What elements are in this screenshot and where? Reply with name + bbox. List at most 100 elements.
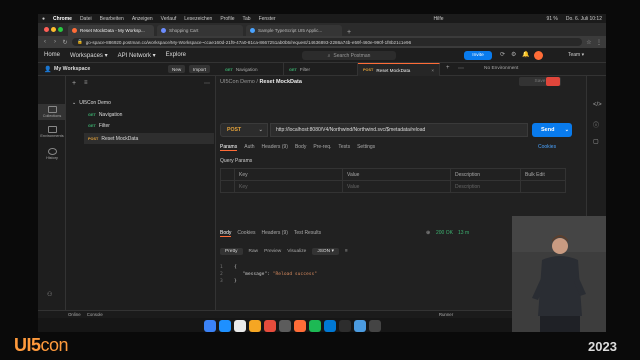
bulk-edit-link[interactable]: Bulk Edit [520,168,566,181]
wrap-lines-icon[interactable]: ≡ [345,249,348,254]
new-request-tab-icon[interactable]: + [446,65,450,71]
window-zoom-icon[interactable] [58,27,63,32]
tab-overflow-icon[interactable]: ⋯ [458,65,464,72]
runner-button[interactable]: Runner [439,312,453,317]
new-button[interactable]: New [168,65,186,73]
menu-fenster[interactable]: Fenster [259,16,276,22]
sidebar-more-icon[interactable]: ⋯ [204,80,210,87]
settings-gear-icon[interactable]: ⚙ [511,51,516,58]
row-checkbox[interactable] [220,180,235,193]
forward-icon[interactable]: › [52,39,58,45]
menu-datei[interactable]: Datei [80,16,92,22]
tab-settings[interactable]: Settings [357,144,375,151]
code-snippet-icon[interactable]: </> [593,102,602,108]
tab-headers[interactable]: Headers (9) [262,144,288,151]
menu-bearbeiten[interactable]: Bearbeiten [100,16,124,22]
rail-collections[interactable]: Collections [38,104,66,120]
dock-app-icon[interactable] [279,320,291,332]
menu-lesezeichen[interactable]: Lesezeichen [184,16,212,22]
menubar-clock[interactable]: Do. 6. Juli 10:12 [566,16,602,22]
browser-tab-sample-ui5[interactable]: Sample TypeScript UI5 Applic... [246,25,342,36]
sidebar-item-filter[interactable]: GET Filter [88,123,110,129]
info-icon[interactable]: ⓘ [593,120,599,129]
comments-icon[interactable]: ▢ [593,138,599,145]
request-tab-reset-mockdata[interactable]: POST Reset MockData × [358,63,440,76]
format-preview[interactable]: Preview [264,249,281,254]
nav-workspaces[interactable]: Workspaces ▾ [70,52,108,59]
invite-button[interactable]: Invite [464,51,492,60]
breadcrumb-parent[interactable]: UI5Con Demo [220,79,255,85]
menu-verlauf[interactable]: Verlauf [161,16,177,22]
menu-chrome[interactable]: Chrome [53,16,72,22]
nav-explore[interactable]: Explore [166,52,186,58]
globe-icon[interactable]: ⊕ [426,230,430,236]
sync-icon[interactable]: ⟳ [500,51,505,58]
response-tab-body[interactable]: Body [220,230,232,237]
notifications-bell-icon[interactable]: 🔔 [522,51,529,58]
tab-body[interactable]: Body [295,144,306,151]
avatar[interactable] [534,51,543,60]
back-icon[interactable]: ‹ [42,39,48,45]
dock-app-icon[interactable] [369,320,381,332]
environment-select[interactable]: No Environment [484,66,518,71]
workspace-title[interactable]: My Workspace [54,66,90,72]
dock-app-icon[interactable] [249,320,261,332]
menu-hilfe[interactable]: Hilfe [434,16,444,22]
console-button[interactable]: Console [87,312,103,317]
filter-icon[interactable]: ≡ [84,80,88,86]
add-collection-icon[interactable]: + [72,80,76,87]
collection-ui5con-demo[interactable]: ⌄ UI5Con Demo [72,100,111,106]
dock-app-icon[interactable] [354,320,366,332]
reload-icon[interactable]: ↻ [62,39,68,46]
menu-profile[interactable]: Profile [220,16,234,22]
value-input[interactable]: Value [342,180,451,193]
browser-tab-reset-mockdata[interactable]: Reset MockData - My Worksp... [68,25,154,36]
request-tab-filter[interactable]: GET Filter [284,63,358,76]
dock-app-icon[interactable] [339,320,351,332]
tab-auth[interactable]: Auth [244,144,254,151]
sidebar-item-navigation[interactable]: GET Navigation [88,112,122,118]
dock-app-icon[interactable] [264,320,276,332]
browser-tab-shopping-cart[interactable]: Shopping Cart [157,25,243,36]
dock-app-icon[interactable] [324,320,336,332]
dock-app-icon[interactable] [294,320,306,332]
bookmark-star-icon[interactable]: ☆ [586,39,592,46]
rail-history[interactable]: History [38,148,66,160]
import-button[interactable]: Import [189,65,211,73]
format-raw[interactable]: Raw [249,249,259,254]
key-input[interactable]: Key [234,180,343,193]
nav-api-network[interactable]: API Network ▾ [118,52,156,59]
address-bar[interactable]: 🔒 go-space-886920.postman.co/workspace/M… [72,38,582,46]
format-pretty[interactable]: Pretty [220,247,243,255]
browser-menu-icon[interactable]: ⋮ [596,39,602,46]
response-tab-cookies[interactable]: Cookies [237,230,255,237]
edit-pencil-icon[interactable] [546,77,560,86]
new-tab-icon[interactable]: + [347,29,351,36]
close-tab-icon[interactable]: × [431,68,434,73]
description-input[interactable]: Description [450,180,521,193]
send-button[interactable]: Send ⌄ [532,123,572,137]
window-minimize-icon[interactable] [51,27,56,32]
request-url-input[interactable]: http://localhost:8080/V4/Northwind/North… [270,123,528,137]
apple-icon[interactable]: ● [42,16,45,22]
dock-app-icon[interactable] [309,320,321,332]
dock-app-icon[interactable] [204,320,216,332]
online-status[interactable]: Online [68,312,81,317]
tab-tests[interactable]: Tests [338,144,350,151]
response-tab-test-results[interactable]: Test Results [294,230,321,237]
dock-app-icon[interactable] [234,320,246,332]
format-visualize[interactable]: Visualize [287,249,306,254]
tab-pre-req[interactable]: Pre-req. [313,144,331,151]
rail-environments[interactable]: Environments [38,126,66,138]
window-close-icon[interactable] [44,27,49,32]
cookies-link[interactable]: Cookies [538,144,556,150]
team-dropdown[interactable]: Team ▾ [568,52,584,58]
flows-icon[interactable]: ⚇ [47,291,52,298]
menu-tab[interactable]: Tab [243,16,251,22]
response-tab-headers[interactable]: Headers (9) [261,230,287,237]
tab-params[interactable]: Params [220,144,238,151]
nav-home[interactable]: Home [44,52,60,58]
method-select[interactable]: POST ⌄ [220,123,268,137]
menu-anzeigen[interactable]: Anzeigen [132,16,153,22]
sidebar-item-reset-mockdata[interactable]: POST Reset MockData [84,133,214,144]
